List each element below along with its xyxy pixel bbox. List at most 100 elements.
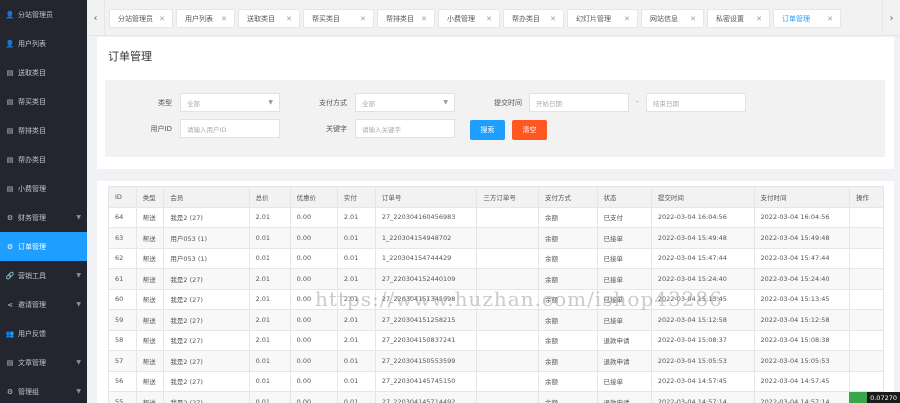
column-header[interactable]: 总价 <box>248 186 291 208</box>
table-cell: 1_220304154744429 <box>374 247 478 269</box>
close-icon[interactable]: ✕ <box>624 15 630 23</box>
sidebar-item[interactable]: 👤 用户列表 <box>0 29 87 58</box>
table-cell: 余额 <box>538 288 598 310</box>
close-icon[interactable]: ✕ <box>756 15 762 23</box>
column-header[interactable]: 支付方式 <box>538 186 598 208</box>
tab[interactable]: 送取类目 ✕ <box>238 9 300 28</box>
close-icon[interactable]: ✕ <box>360 15 366 23</box>
column-header[interactable]: 操作 <box>848 186 885 208</box>
chevron-down-icon: ▼ <box>76 359 81 366</box>
table-cell: 余额 <box>538 268 598 290</box>
search-button[interactable]: 搜索 <box>470 120 505 140</box>
table-cell: 已接单 <box>596 288 652 310</box>
column-header[interactable]: 三方订单号 <box>476 186 539 208</box>
column-header[interactable]: 类型 <box>135 186 165 208</box>
close-icon[interactable]: ✕ <box>421 15 427 23</box>
table-cell: 帮送 <box>135 350 165 372</box>
tab[interactable]: 幻灯片管理 ✕ <box>567 9 638 28</box>
column-header[interactable]: 优惠价 <box>289 186 338 208</box>
clear-button[interactable]: 清空 <box>512 120 547 140</box>
table-cell: 0.00 <box>289 350 338 372</box>
table-cell: 0.00 <box>289 247 338 269</box>
close-icon[interactable]: ✕ <box>221 15 227 23</box>
keyword-input[interactable]: 请输入关键字 <box>355 119 455 138</box>
column-header[interactable]: 支付时间 <box>753 186 850 208</box>
tab-prev-button[interactable]: ‹ <box>87 0 105 36</box>
sidebar-item-label: 小费管理 <box>18 184 46 193</box>
table-row[interactable]: 57 帮送 我是2 (27) 0.01 0.00 0.01 27_2203041505535… <box>108 350 885 372</box>
tab[interactable]: 帮办类目 ✕ <box>503 9 564 28</box>
tab-next-button[interactable]: › <box>882 0 900 36</box>
tab[interactable]: 帮排类目 ✕ <box>377 9 435 28</box>
close-icon[interactable]: ✕ <box>286 15 292 23</box>
sidebar-item[interactable]: ⋖ 邀请管理 ▼ <box>0 290 87 319</box>
sidebar-item[interactable]: 🔗 营销工具 ▼ <box>0 261 87 290</box>
table-cell: 2022-03-04 15:24:40 <box>650 268 755 290</box>
table-cell: 我是2 (27) <box>163 206 250 228</box>
table-cell: 余额 <box>538 247 598 269</box>
column-header[interactable]: 会员 <box>163 186 250 208</box>
sidebar-item[interactable]: ⚙ 订单管理 <box>0 232 87 261</box>
pay-select[interactable]: 全部 ▼ <box>355 93 455 112</box>
tab-label: 私密设置 <box>716 14 744 23</box>
column-header[interactable]: ID <box>108 186 137 208</box>
table-cell: 2.01 <box>248 268 291 290</box>
sidebar-item[interactable]: ▤ 帮排类目 <box>0 116 87 145</box>
sidebar-item[interactable]: ▤ 小费管理 <box>0 174 87 203</box>
table-row[interactable]: 63 帮送 用户053 (1) 0.01 0.00 0.01 1_2203041549487… <box>108 227 885 249</box>
sidebar-item[interactable]: 👥 用户反馈 <box>0 319 87 348</box>
table-row[interactable]: 64 帮送 我是2 (27) 2.01 0.00 2.01 27_2203041604569… <box>108 206 885 228</box>
tab[interactable]: 订单管理 ✕ <box>773 9 841 28</box>
sidebar-item[interactable]: ▤ 送取类目 <box>0 58 87 87</box>
type-label: 类型 <box>158 99 172 107</box>
sidebar-item[interactable]: ▤ 帮买类目 <box>0 87 87 116</box>
tab[interactable]: 分站管理员 ✕ <box>109 9 173 28</box>
column-header[interactable]: 实付 <box>336 186 376 208</box>
table-row[interactable]: 60 帮送 我是2 (27) 2.01 0.00 2.01 27_2203041513459… <box>108 288 885 310</box>
column-header[interactable]: 提交时间 <box>650 186 755 208</box>
sidebar-item[interactable]: ▤ 帮办类目 <box>0 145 87 174</box>
table-row[interactable]: 55 帮送 我是2 (27) 0.01 0.00 0.01 27_2203041457144… <box>108 391 885 403</box>
close-icon[interactable]: ✕ <box>827 15 833 23</box>
tab[interactable]: 网站信息 ✕ <box>641 9 704 28</box>
sidebar-item[interactable]: ⚙ 财务管理 ▼ <box>0 203 87 232</box>
table-row[interactable]: 58 帮送 我是2 (27) 2.01 0.00 2.01 27_2203041508372… <box>108 329 885 351</box>
column-header[interactable]: 状态 <box>596 186 652 208</box>
table-row[interactable]: 61 帮送 我是2 (27) 2.01 0.00 2.01 27_2203041524401… <box>108 268 885 290</box>
tab[interactable]: 帮买类目 ✕ <box>303 9 374 28</box>
tab[interactable]: 用户列表 ✕ <box>176 9 235 28</box>
sidebar-item[interactable]: 👤 分站管理员 <box>0 0 87 29</box>
end-date-input[interactable]: 结束日期 <box>646 93 746 112</box>
tab[interactable]: 私密设置 ✕ <box>707 9 770 28</box>
table-cell: 余额 <box>538 329 598 351</box>
table-row[interactable]: 56 帮送 我是2 (27) 0.01 0.00 0.01 27_2203041457451… <box>108 370 885 392</box>
type-select[interactable]: 全部 ▼ <box>180 93 280 112</box>
table-cell: 56 <box>108 370 137 392</box>
table-cell: 2.01 <box>336 309 376 331</box>
table-cell: 0.01 <box>248 247 291 269</box>
table-cell: 2022-03-04 14:57:45 <box>650 370 755 392</box>
close-icon[interactable]: ✕ <box>550 15 556 23</box>
sidebar-item[interactable]: ▤ 文章管理 ▼ <box>0 348 87 377</box>
uid-input[interactable]: 请输入用户ID <box>180 119 280 138</box>
start-date-input[interactable]: 开始日期 <box>529 93 629 112</box>
table-cell: 0.01 <box>248 350 291 372</box>
close-icon[interactable]: ✕ <box>486 15 492 23</box>
column-header[interactable]: 订单号 <box>374 186 478 208</box>
chevron-down-icon: ▼ <box>76 301 81 308</box>
table-cell: 余额 <box>538 391 598 403</box>
close-icon[interactable]: ✕ <box>159 15 165 23</box>
close-icon[interactable]: ✕ <box>690 15 696 23</box>
table-cell: 0.01 <box>336 350 376 372</box>
document-icon: ▤ <box>6 184 14 193</box>
corner-badge: 0.07270 <box>849 392 900 403</box>
type-select-value: 全部 <box>187 99 200 108</box>
table-row[interactable]: 59 帮送 我是2 (27) 2.01 0.00 2.01 27_2203041512582… <box>108 309 885 331</box>
keyword-label: 关键字 <box>326 125 347 133</box>
user-icon: 👤 <box>5 10 15 19</box>
table-cell: 27_220304160456983 <box>374 206 478 228</box>
table-cell: 2.01 <box>248 206 291 228</box>
tab[interactable]: 小费管理 ✕ <box>438 9 500 28</box>
table-row[interactable]: 62 帮送 用户053 (1) 0.01 0.00 0.01 1_2203041547444… <box>108 247 885 269</box>
sidebar-item[interactable]: ⚙ 管理组 ▼ <box>0 377 87 403</box>
